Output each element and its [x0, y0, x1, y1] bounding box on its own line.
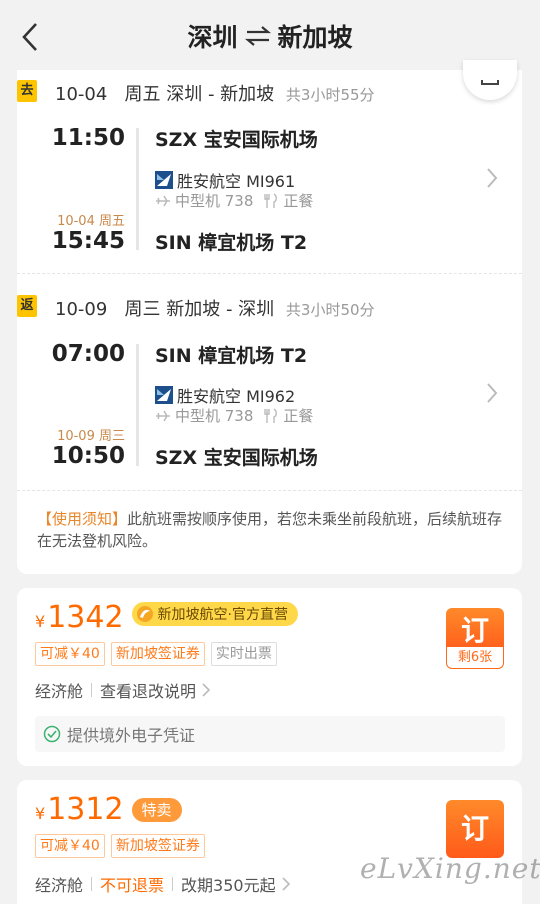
visa-coupon-tag: 新加坡签证券 [110, 642, 205, 666]
refund-policy-link[interactable]: 查看退改说明 [100, 678, 196, 702]
offer-price-row: ¥ 1342 新加坡航空·官方直营 [35, 600, 298, 635]
return-aircraft: 中型机 738 [175, 407, 254, 425]
return-flight-no: 胜安航空 MI962 [177, 387, 296, 406]
plane-icon [156, 195, 170, 206]
cabin-row: 经济舱 查看退改说明 [35, 678, 211, 702]
outbound-weekday: 周五 [124, 84, 161, 105]
notice-title: 【使用须知】 [37, 510, 128, 528]
flight-details-card: 去 10-04 周五 深圳 - 新加坡 共3小时55分 11:50 SZX 宝安… [17, 60, 522, 574]
outbound-arr-airport: SIN 樟宜机场 T2 [155, 232, 308, 254]
page-title: 深圳 新加坡 [0, 18, 540, 54]
book-button[interactable]: 订 [446, 800, 504, 858]
separator [91, 683, 93, 697]
singapore-airlines-logo-icon [136, 606, 153, 622]
offer-tags: 可减￥40 新加坡签证券 [35, 834, 205, 858]
segment-divider [17, 273, 522, 274]
separator [172, 877, 174, 891]
offer-card[interactable]: ¥ 1342 新加坡航空·官方直营 可减￥40 新加坡签证券 实时出票 经济舱 … [17, 588, 522, 766]
offer-price: 1312 [47, 792, 124, 827]
outbound-duration: 共3小时55分 [285, 86, 375, 104]
outbound-aircraft: 中型机 738 [175, 192, 254, 210]
return-dep-time: 07:00 [51, 341, 125, 367]
currency-symbol: ¥ [35, 612, 46, 631]
origin-city: 深圳 [187, 23, 238, 52]
return-dep-airport: SIN 樟宜机场 T2 [155, 345, 308, 367]
official-seller-badge: 新加坡航空·官方直营 [131, 602, 298, 626]
outbound-dep-airport: SZX 宝安国际机场 [155, 129, 318, 151]
outbound-flight-no: 胜安航空 MI961 [177, 172, 296, 191]
usage-notice: 【使用须知】此航班需按顺序使用，若您未乘坐前段航班，后续航班存在无法登机风险。 [37, 508, 507, 552]
return-airline: 胜安航空 MI962 [155, 383, 295, 407]
return-date: 10-09 [55, 299, 108, 320]
return-arr-date: 10-09 周三 [57, 429, 125, 444]
chevron-right-icon [282, 877, 290, 891]
instant-ticket-tag: 实时出票 [210, 642, 277, 666]
outbound-aircraft-row: 中型机 738 正餐 [155, 190, 313, 211]
change-fee-link[interactable]: 改期350元起 [181, 872, 276, 896]
watermark: eLvXing.net [360, 852, 540, 885]
offer-card[interactable]: ¥ 1312 特卖 可减￥40 新加坡签证券 经济舱 不可退票 改期350元起 … [17, 780, 522, 904]
outbound-date: 10-04 [55, 84, 108, 105]
meal-icon [264, 192, 278, 208]
plane-icon [156, 410, 170, 421]
check-circle-icon [43, 725, 61, 743]
return-header: 10-09 周三 新加坡 - 深圳 共3小时50分 [55, 295, 375, 321]
return-aircraft-row: 中型机 738 正餐 [155, 405, 313, 426]
outbound-header: 10-04 周五 深圳 - 新加坡 共3小时55分 [55, 80, 375, 106]
cabin-row: 经济舱 不可退票 改期350元起 [35, 872, 290, 896]
outbound-arr-date: 10-04 周五 [57, 214, 125, 229]
return-arr-time: 10:50 [51, 443, 125, 469]
return-route: 新加坡 - 深圳 [166, 299, 275, 320]
offer-price-row: ¥ 1312 特卖 [35, 792, 182, 827]
non-refundable-label: 不可退票 [100, 876, 165, 895]
return-arr-airport: SZX 宝安国际机场 [155, 447, 318, 469]
share-button[interactable] [463, 60, 517, 100]
return-detail-chevron-icon[interactable] [485, 381, 499, 405]
return-meal: 正餐 [283, 407, 314, 425]
cabin-class: 经济舱 [35, 682, 84, 701]
outbound-arr-time: 15:45 [51, 228, 125, 254]
outbound-tag: 去 [17, 80, 37, 102]
separator [91, 877, 93, 891]
e-voucher-note: 提供境外电子凭证 [35, 716, 505, 752]
currency-symbol: ¥ [35, 804, 46, 823]
return-weekday: 周三 [124, 299, 161, 320]
outbound-meal: 正餐 [283, 192, 314, 210]
discount-tag: 可减￥40 [35, 642, 105, 666]
cabin-class: 经济舱 [35, 876, 84, 895]
silkair-logo-icon [155, 386, 173, 404]
visa-coupon-tag: 新加坡签证券 [110, 834, 205, 858]
chevron-right-icon [202, 683, 211, 697]
outbound-airline: 胜安航空 MI961 [155, 168, 295, 192]
outbound-timeline [136, 128, 139, 250]
discount-tag: 可减￥40 [35, 834, 105, 858]
swap-arrows-icon [244, 26, 271, 46]
special-sale-badge: 特卖 [131, 798, 182, 822]
notice-divider [17, 490, 522, 491]
remaining-seats: 剩6张 [446, 647, 504, 669]
outbound-route: 深圳 - 新加坡 [166, 84, 275, 105]
e-voucher-text: 提供境外电子凭证 [67, 726, 196, 745]
outbound-dep-time: 11:50 [51, 125, 125, 151]
meal-icon [264, 407, 278, 423]
offer-tags: 可减￥40 新加坡签证券 实时出票 [35, 642, 277, 666]
official-badge-text: 新加坡航空·官方直营 [157, 607, 288, 623]
destination-city: 新加坡 [277, 23, 353, 52]
outbound-detail-chevron-icon[interactable] [485, 166, 499, 190]
header-bar: 深圳 新加坡 [0, 0, 540, 70]
offer-price: 1342 [47, 600, 124, 635]
return-duration: 共3小时50分 [285, 301, 375, 319]
return-timeline [136, 344, 139, 466]
return-tag: 返 [17, 295, 37, 317]
share-icon [481, 80, 499, 85]
silkair-logo-icon [155, 171, 173, 189]
